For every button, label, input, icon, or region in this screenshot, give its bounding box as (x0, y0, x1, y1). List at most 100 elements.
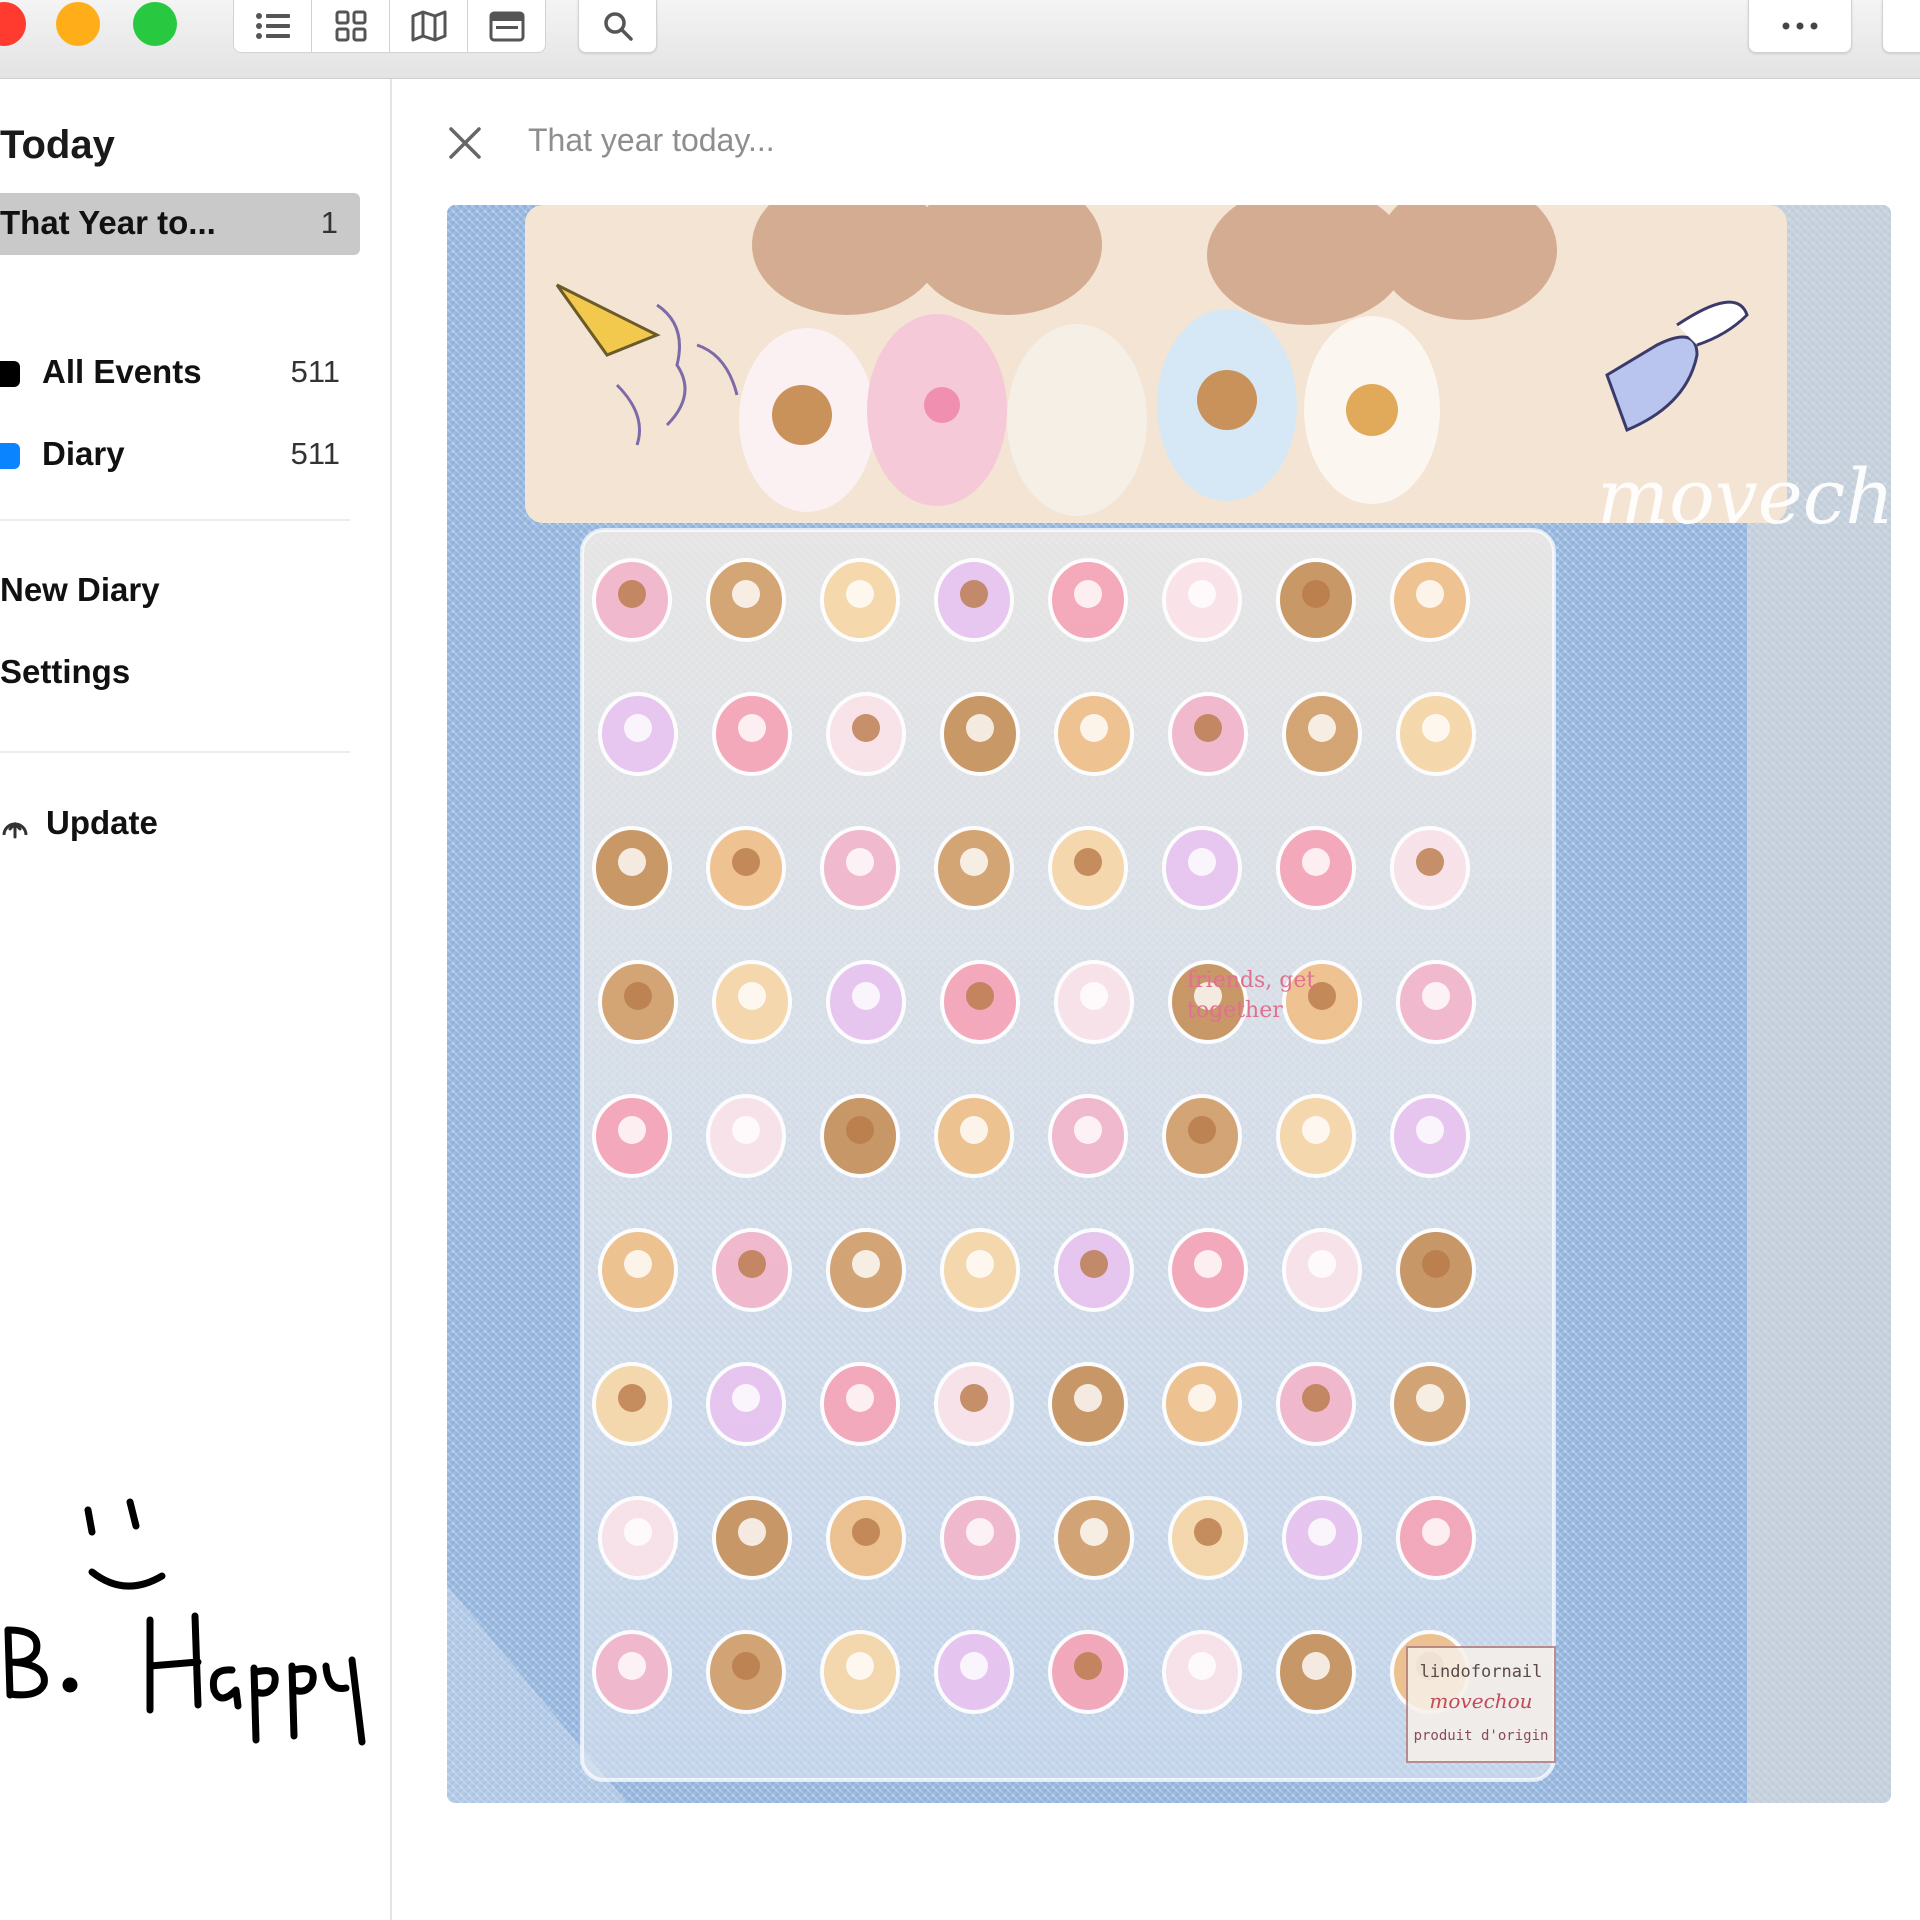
sticker-detail (966, 1518, 994, 1546)
sticker-detail (732, 1652, 760, 1680)
sticker-detail (624, 1250, 652, 1278)
sticker-detail (1188, 848, 1216, 876)
sticker-detail (1194, 1250, 1222, 1278)
sticker-detail (1080, 982, 1108, 1010)
sticker-detail (1302, 1116, 1330, 1144)
sticker-detail (1302, 848, 1330, 876)
calendar-color-dot (0, 443, 20, 469)
sticker-detail (1074, 580, 1102, 608)
sticker-detail (732, 848, 760, 876)
sticker-detail (1194, 714, 1222, 742)
more-button[interactable] (1748, 0, 1852, 53)
search-icon (603, 12, 633, 41)
sticker-detail (618, 580, 646, 608)
sticker-detail (852, 1250, 880, 1278)
sticker-detail (1080, 1250, 1108, 1278)
brand-label-line-1: lindofornail (1420, 1662, 1543, 1682)
sticker-detail (1080, 1518, 1108, 1546)
sticker-detail (1074, 1652, 1102, 1680)
list-icon (255, 13, 290, 39)
toolbar-extra-button[interactable] (1882, 0, 1920, 53)
sticker-detail (1308, 714, 1336, 742)
brand-label-line-3: produit d'origin (1414, 1728, 1549, 1744)
sticker-detail (846, 848, 874, 876)
sticker-detail (960, 1652, 988, 1680)
sticker-detail (1074, 1384, 1102, 1412)
title-bar (0, 0, 1920, 79)
entry-photo[interactable]: movechou friends, get together lindoforn… (447, 205, 1891, 1803)
sticker-detail (1302, 580, 1330, 608)
photo-watermark: movechou (1597, 452, 1891, 541)
sticker-detail (960, 848, 988, 876)
sticker-detail (1188, 1652, 1216, 1680)
settings-link[interactable]: Settings (0, 653, 130, 691)
sticker-detail (852, 714, 880, 742)
sticker-text-line-2: together (1187, 998, 1283, 1023)
sidebar-item-diary[interactable]: Diary 511 (0, 427, 360, 481)
be-happy-doodle (4, 1498, 366, 1746)
sidebar-item-count: 1 (320, 205, 338, 240)
sticker-detail (1188, 1116, 1216, 1144)
sticker-detail (624, 982, 652, 1010)
sticker-detail (846, 580, 874, 608)
close-window-button[interactable] (0, 2, 26, 46)
calendar-color-dot (0, 361, 20, 387)
sticker-detail (1080, 714, 1108, 742)
sticker-detail (1416, 1384, 1444, 1412)
sticker-detail (1302, 1384, 1330, 1412)
new-diary-link[interactable]: New Diary (0, 571, 160, 609)
ellipsis-icon (1782, 22, 1818, 30)
sticker-detail (1422, 714, 1450, 742)
sticker-detail (1422, 1250, 1450, 1278)
sticker-detail (846, 1384, 874, 1412)
sticker-detail (960, 1116, 988, 1144)
sidebar-item-label: All Events (42, 353, 202, 390)
sticker-detail (1416, 1116, 1444, 1144)
sidebar-item-all-events[interactable]: All Events 511 (0, 345, 360, 399)
sticker-text-line-1: friends, get (1187, 968, 1315, 993)
sticker-detail (1422, 982, 1450, 1010)
sticker-detail (960, 1384, 988, 1412)
update-button[interactable]: Update (0, 801, 300, 851)
sticker-detail (846, 1652, 874, 1680)
sticker-detail (852, 982, 880, 1010)
cloud-sync-icon (2, 821, 28, 839)
sticker-detail (1308, 1250, 1336, 1278)
sticker-detail (618, 1652, 646, 1680)
calendar-view-button[interactable] (467, 0, 546, 53)
grid-icon (335, 10, 366, 42)
sticker-detail (1422, 1518, 1450, 1546)
sticker-detail (624, 1518, 652, 1546)
grid-view-button[interactable] (311, 0, 390, 53)
sticker-detail (732, 580, 760, 608)
brand-label-line-2: movechou (1429, 1689, 1532, 1713)
map-view-button[interactable] (389, 0, 468, 53)
sticker-detail (1188, 1384, 1216, 1412)
sticker-detail (1188, 580, 1216, 608)
sidebar-title: Today (0, 123, 115, 167)
map-icon (411, 10, 446, 42)
view-switcher (233, 0, 546, 53)
sidebar-divider (0, 751, 350, 753)
sticker-detail (1074, 1116, 1102, 1144)
sticker-detail (966, 982, 994, 1010)
sticker-detail (1074, 848, 1102, 876)
calendar-icon (489, 11, 524, 42)
list-view-button[interactable] (233, 0, 312, 53)
entry-title-placeholder[interactable]: That year today... (528, 122, 775, 159)
sidebar-item-that-year-today[interactable]: That Year to... 1 (0, 193, 360, 255)
sticker-detail (966, 714, 994, 742)
close-icon[interactable] (448, 126, 482, 160)
sticker-detail (738, 714, 766, 742)
sticker-detail (618, 848, 646, 876)
sticker-detail (738, 1518, 766, 1546)
update-label: Update (46, 804, 158, 841)
sticker-detail (624, 714, 652, 742)
sticker-detail (618, 1116, 646, 1144)
zoom-window-button[interactable] (133, 2, 177, 46)
sidebar-item-count: 511 (290, 436, 340, 471)
sticker-detail (1416, 848, 1444, 876)
sticker-detail (846, 1116, 874, 1144)
minimize-window-button[interactable] (56, 2, 100, 46)
search-button[interactable] (578, 0, 657, 53)
